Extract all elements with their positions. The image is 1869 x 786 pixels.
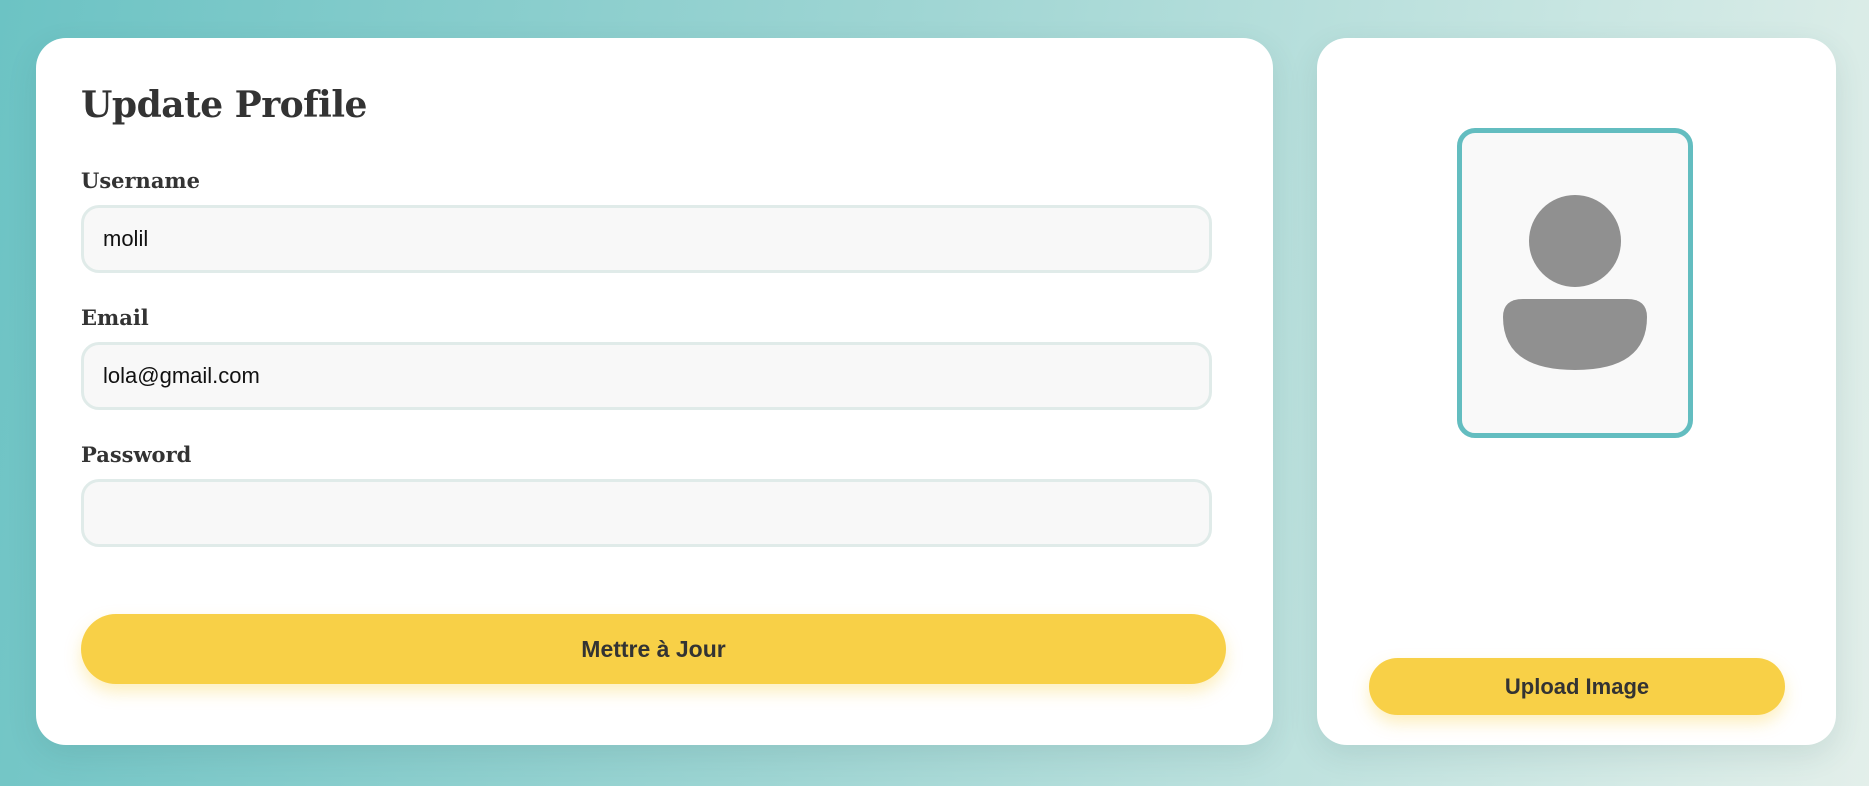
user-placeholder-icon <box>1503 195 1647 370</box>
upload-image-button[interactable]: Upload Image <box>1369 658 1785 715</box>
password-label: Password <box>81 442 192 467</box>
username-input[interactable] <box>81 205 1212 273</box>
profile-image-card: Upload Image <box>1317 38 1836 745</box>
update-profile-button[interactable]: Mettre à Jour <box>81 614 1226 684</box>
avatar <box>1457 128 1693 438</box>
email-input[interactable] <box>81 342 1212 410</box>
email-label: Email <box>81 305 149 330</box>
profile-form-card: Update Profile Username Email Password M… <box>36 38 1273 745</box>
username-label: Username <box>81 168 201 193</box>
page-title: Update Profile <box>81 84 367 126</box>
password-input[interactable] <box>81 479 1212 547</box>
